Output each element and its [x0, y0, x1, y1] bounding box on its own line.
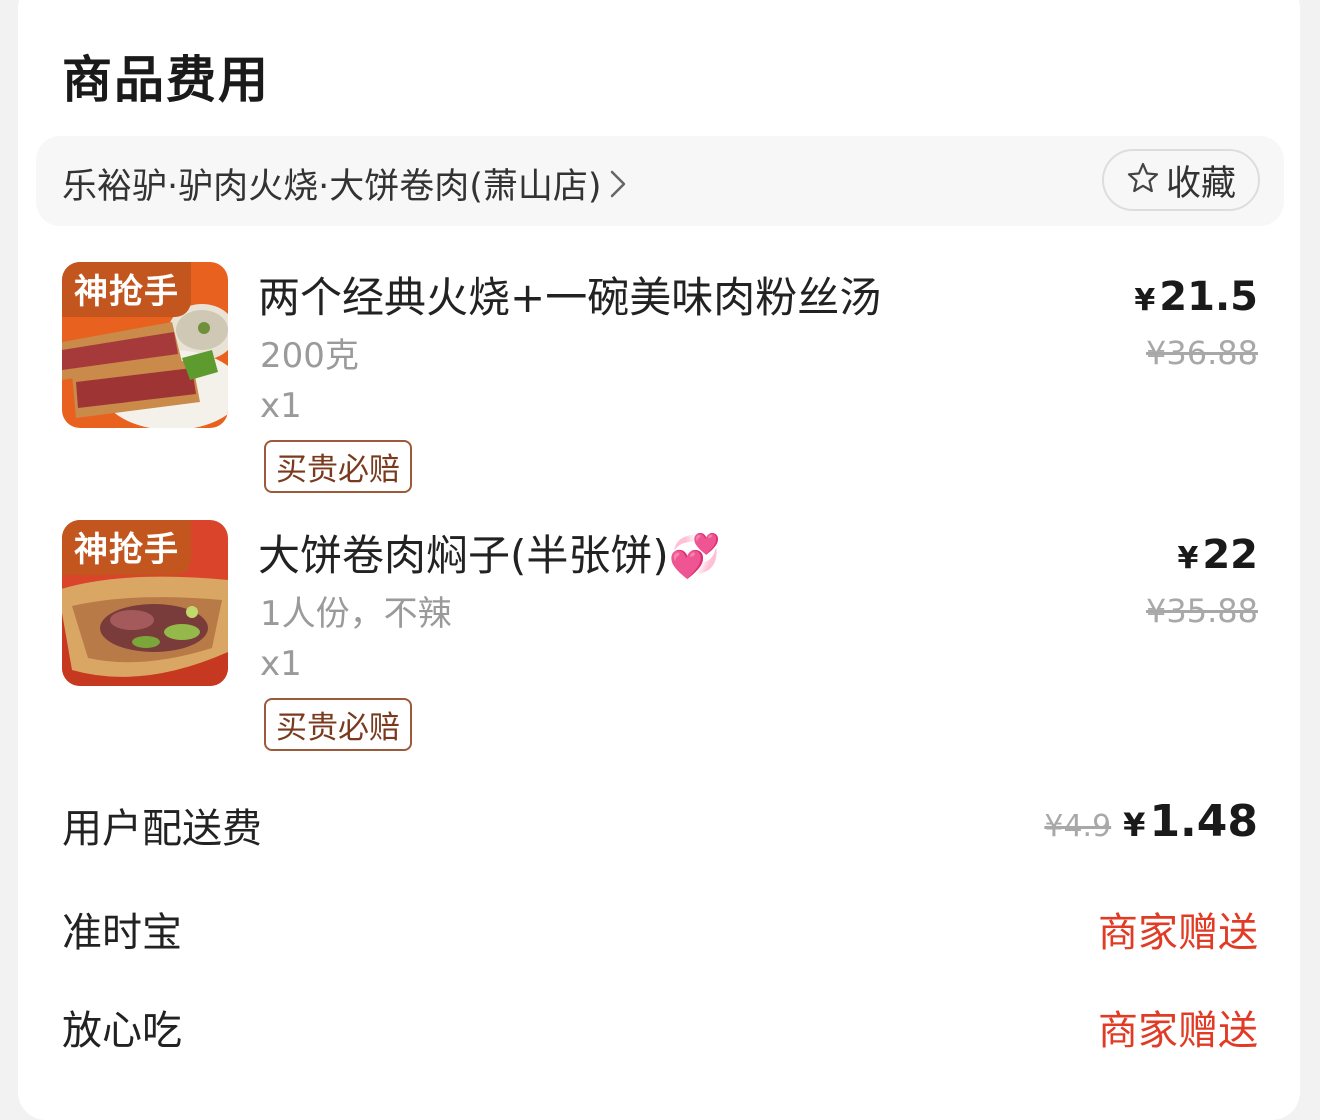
currency-symbol: ¥	[1177, 541, 1199, 576]
food-assurance-label: 放心吃	[62, 1008, 182, 1054]
product-price: ¥21.5	[1134, 274, 1258, 320]
product-tag: 神抢手	[62, 520, 191, 575]
delivery-fee-original: ¥4.9	[1044, 809, 1112, 844]
on-time-guarantee-label: 准时宝	[62, 910, 182, 956]
delivery-fee-label: 用户配送费	[62, 806, 262, 852]
product-spec: 200克	[260, 336, 359, 376]
price-value: 21.5	[1159, 274, 1258, 320]
product-image[interactable]: 神抢手	[62, 262, 228, 428]
favorite-button[interactable]: 收藏	[1102, 149, 1260, 211]
page-title: 商品费用	[62, 51, 270, 109]
store-bar[interactable]: 乐裕驴·驴肉火烧·大饼卷肉(萧山店) 收藏	[36, 136, 1284, 226]
price-guarantee-badge: 买贵必赔	[264, 440, 412, 493]
star-icon	[1126, 161, 1160, 199]
favorite-label: 收藏	[1165, 163, 1236, 204]
delivery-fee-row: 用户配送费 ¥4.9 ¥1.48	[62, 796, 1258, 856]
on-time-guarantee-value: 商家赠送	[1098, 910, 1258, 956]
product-original-price: ¥36.88	[1146, 334, 1258, 372]
product-original-price: ¥35.88	[1146, 592, 1258, 630]
currency-symbol: ¥	[1123, 806, 1146, 844]
delivery-fee-amount: 1.48	[1149, 796, 1258, 847]
price-value: 22	[1202, 532, 1258, 578]
store-link[interactable]: 乐裕驴·驴肉火烧·大饼卷肉(萧山店)	[62, 158, 628, 209]
product-spec: 1人份，不辣	[260, 594, 452, 634]
cart-item[interactable]: 神抢手 大饼卷肉焖子(半张饼)💞 1人份，不辣 x1 买贵必赔 ¥22 ¥35.…	[62, 520, 1262, 751]
product-price: ¥22	[1177, 532, 1258, 578]
food-assurance-row[interactable]: 放心吃 商家赠送	[62, 998, 1258, 1058]
product-image[interactable]: 神抢手	[62, 520, 228, 686]
price-guarantee-badge: 买贵必赔	[264, 698, 412, 751]
currency-symbol: ¥	[1134, 283, 1156, 318]
product-quantity: x1	[260, 644, 302, 684]
food-assurance-value: 商家赠送	[1098, 1008, 1258, 1054]
product-name: 大饼卷肉焖子(半张饼)💞	[258, 531, 722, 580]
cart-item[interactable]: 神抢手 两个经典火烧+一碗美味肉粉丝汤 200克 x1 买贵必赔 ¥21.5 ¥…	[62, 262, 1262, 493]
store-name: 乐裕驴·驴肉火烧·大饼卷肉(萧山店)	[62, 167, 602, 207]
chevron-right-icon	[608, 168, 628, 209]
delivery-fee-value: ¥4.9 ¥1.48	[1044, 796, 1258, 847]
on-time-guarantee-row[interactable]: 准时宝 商家赠送	[62, 900, 1258, 960]
product-name: 两个经典火烧+一碗美味肉粉丝汤	[258, 273, 882, 322]
product-tag: 神抢手	[62, 262, 191, 317]
product-quantity: x1	[260, 386, 302, 426]
